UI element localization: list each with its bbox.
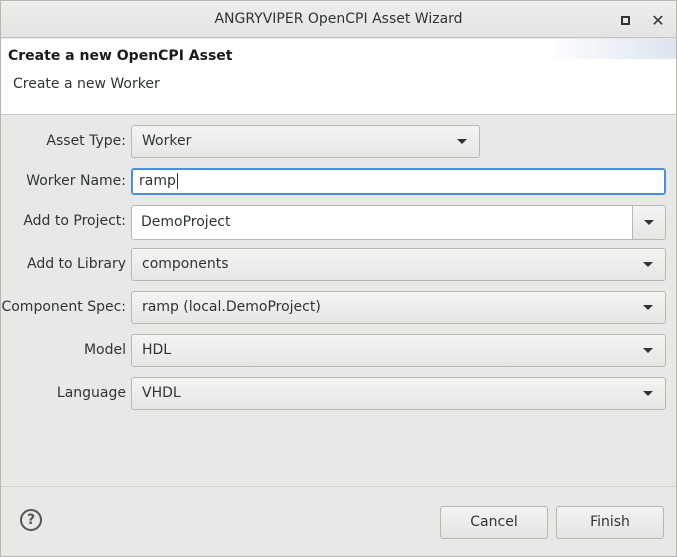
cancel-button[interactable]: Cancel xyxy=(440,506,548,539)
close-button[interactable]: ✕ xyxy=(648,10,668,30)
add-to-library-value: components xyxy=(142,256,229,272)
wizard-banner: Create a new OpenCPI Asset Create a new … xyxy=(1,39,676,115)
worker-name-value: ramp xyxy=(139,173,176,189)
add-to-project-combo[interactable]: DemoProject xyxy=(131,205,666,240)
chevron-down-icon xyxy=(457,139,467,144)
finish-button[interactable]: Finish xyxy=(556,506,664,539)
component-spec-label: Component Spec: xyxy=(1,299,126,315)
asset-type-dropdown[interactable]: Worker xyxy=(131,125,480,158)
chevron-down-icon xyxy=(644,220,654,225)
model-label: Model xyxy=(83,342,126,358)
model-dropdown[interactable]: HDL xyxy=(131,334,666,367)
component-spec-value: ramp (local.DemoProject) xyxy=(142,299,321,315)
maximize-icon xyxy=(620,15,630,25)
title-bar[interactable]: ANGRYVIPER OpenCPI Asset Wizard ✕ xyxy=(1,1,676,38)
language-dropdown[interactable]: VHDL xyxy=(131,377,666,410)
chevron-down-icon xyxy=(643,391,653,396)
asset-type-value: Worker xyxy=(142,133,192,149)
banner-gradient xyxy=(546,39,676,59)
close-icon: ✕ xyxy=(651,10,665,30)
help-icon[interactable]: ? xyxy=(20,509,42,531)
worker-name-input[interactable]: ramp xyxy=(131,168,666,195)
banner-title: Create a new OpenCPI Asset xyxy=(8,48,233,64)
add-to-library-label: Add to Library xyxy=(26,256,126,272)
add-to-project-label: Add to Project: xyxy=(23,213,126,229)
chevron-down-icon xyxy=(643,348,653,353)
window-title: ANGRYVIPER OpenCPI Asset Wizard xyxy=(214,11,463,27)
worker-name-label: Worker Name: xyxy=(26,173,126,189)
maximize-button[interactable] xyxy=(615,10,635,30)
footer-divider xyxy=(1,486,676,487)
add-to-project-dropdown-button[interactable] xyxy=(632,206,665,239)
wizard-window: ANGRYVIPER OpenCPI Asset Wizard ✕ Create… xyxy=(0,0,677,557)
model-value: HDL xyxy=(142,342,172,358)
language-value: VHDL xyxy=(142,385,181,401)
asset-type-label: Asset Type: xyxy=(46,133,126,149)
chevron-down-icon xyxy=(643,305,653,310)
component-spec-dropdown[interactable]: ramp (local.DemoProject) xyxy=(131,291,666,324)
text-caret xyxy=(176,173,178,189)
banner-subtitle: Create a new Worker xyxy=(13,76,160,92)
add-to-library-dropdown[interactable]: components xyxy=(131,248,666,281)
chevron-down-icon xyxy=(643,262,653,267)
language-label: Language xyxy=(56,385,126,401)
add-to-project-value: DemoProject xyxy=(141,214,231,230)
